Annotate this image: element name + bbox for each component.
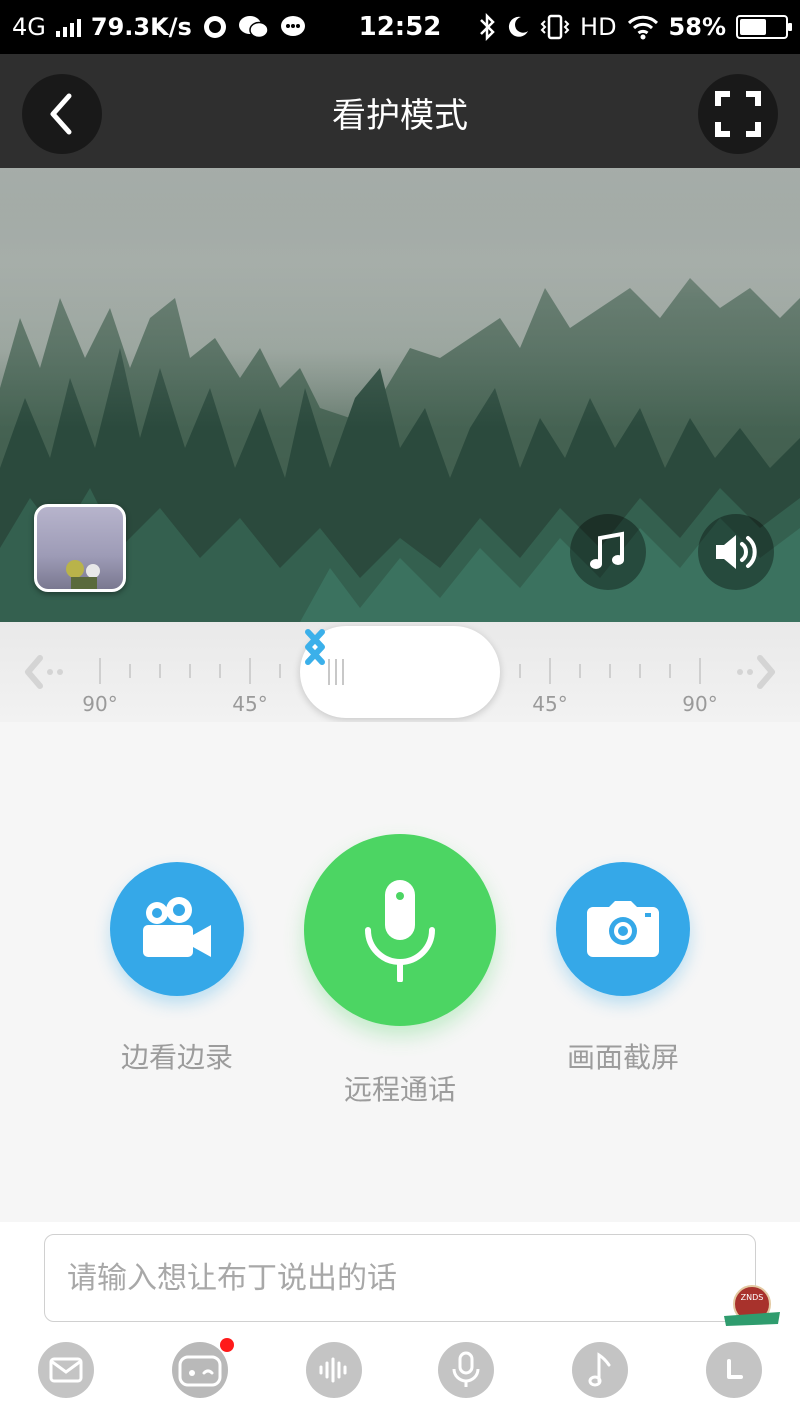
speech-text-input[interactable] (44, 1234, 756, 1322)
tab-robot[interactable] (172, 1338, 234, 1398)
mail-icon (49, 1357, 83, 1383)
vibrate-icon (540, 14, 570, 40)
watermark-logo: ZNDS (724, 1285, 780, 1326)
sound-wave-icon (319, 1357, 347, 1383)
app-screen: 4G 79.3K/s 12:52 HD 58% 看护模式 90° 45° 45°… (0, 0, 800, 1422)
tab-schedule[interactable] (706, 1342, 762, 1398)
preview-figure (66, 560, 100, 589)
tab-voice-wave[interactable] (306, 1342, 362, 1398)
knob-grip-icon (328, 659, 344, 685)
fullscreen-icon (715, 91, 761, 137)
notification-badge (220, 1338, 234, 1352)
hd-indicator: HD (580, 13, 617, 41)
moon-icon (508, 16, 529, 37)
local-camera-preview[interactable] (34, 504, 126, 592)
network-type: 4G (12, 13, 46, 41)
status-right: HD 58% (478, 13, 792, 41)
remote-call-action[interactable]: 远程通话 (304, 834, 496, 1108)
watermark-text: ZNDS (741, 1293, 764, 1302)
video-camera-icon (143, 897, 211, 957)
tab-messages[interactable] (38, 1342, 94, 1398)
bottom-tab-bar (0, 1338, 800, 1410)
status-left: 4G 79.3K/s (12, 13, 306, 41)
ruler-label-left-45: 45° (232, 692, 268, 716)
ruler-label-left-90: 90° (82, 692, 118, 716)
page-title: 看护模式 (332, 96, 468, 136)
wechat-icon (238, 16, 269, 39)
signal-icon (55, 17, 81, 37)
robot-face-icon (178, 1355, 222, 1387)
record-label: 边看边录 (120, 1041, 233, 1074)
tab-voice[interactable] (438, 1342, 494, 1398)
tab-music[interactable] (572, 1342, 628, 1398)
ruler-right-arrow-icon (757, 655, 775, 689)
ruler-left-arrow-icon (25, 655, 43, 689)
clock-icon (727, 1359, 743, 1379)
call-button[interactable] (304, 834, 496, 1026)
message-icon (280, 16, 305, 36)
speaker-icon (716, 535, 757, 569)
screenshot-label: 画面截屏 (566, 1041, 679, 1074)
screenshot-action[interactable]: 画面截屏 (556, 862, 690, 1076)
battery-percent: 58% (668, 13, 726, 41)
network-speed: 79.3K/s (90, 13, 192, 41)
record-button[interactable] (110, 862, 244, 996)
music-note-icon (590, 531, 624, 569)
record-while-watching-action[interactable]: 边看边录 (110, 862, 244, 1076)
rotate-right-icon[interactable] (300, 626, 330, 668)
bluetooth-icon (480, 13, 495, 41)
volume-button[interactable] (698, 514, 774, 590)
ruler-label-right-45: 45° (532, 692, 568, 716)
top-nav-bar: 看护模式 (0, 54, 800, 168)
rotation-knob[interactable] (300, 626, 500, 718)
rotation-ruler[interactable]: 90° 45° 45° 90° (0, 622, 800, 722)
battery-icon (736, 15, 792, 39)
status-bar: 4G 79.3K/s 12:52 HD 58% (0, 0, 800, 54)
wifi-icon (627, 15, 658, 40)
music-note-icon (588, 1352, 611, 1387)
fullscreen-button[interactable] (698, 74, 778, 154)
app-notification-icon (203, 16, 226, 38)
screenshot-button[interactable] (556, 862, 690, 996)
action-panel: 边看边录 远程通话 画面截屏 (0, 722, 800, 1222)
call-label: 远程通话 (343, 1073, 456, 1106)
ruler-label-right-90: 90° (682, 692, 718, 716)
video-feed[interactable] (0, 168, 800, 622)
music-button[interactable] (570, 514, 646, 590)
camera-icon (587, 901, 659, 957)
microphone-icon (452, 1351, 480, 1387)
microphone-icon (365, 880, 435, 982)
bottom-panel (0, 1222, 800, 1422)
